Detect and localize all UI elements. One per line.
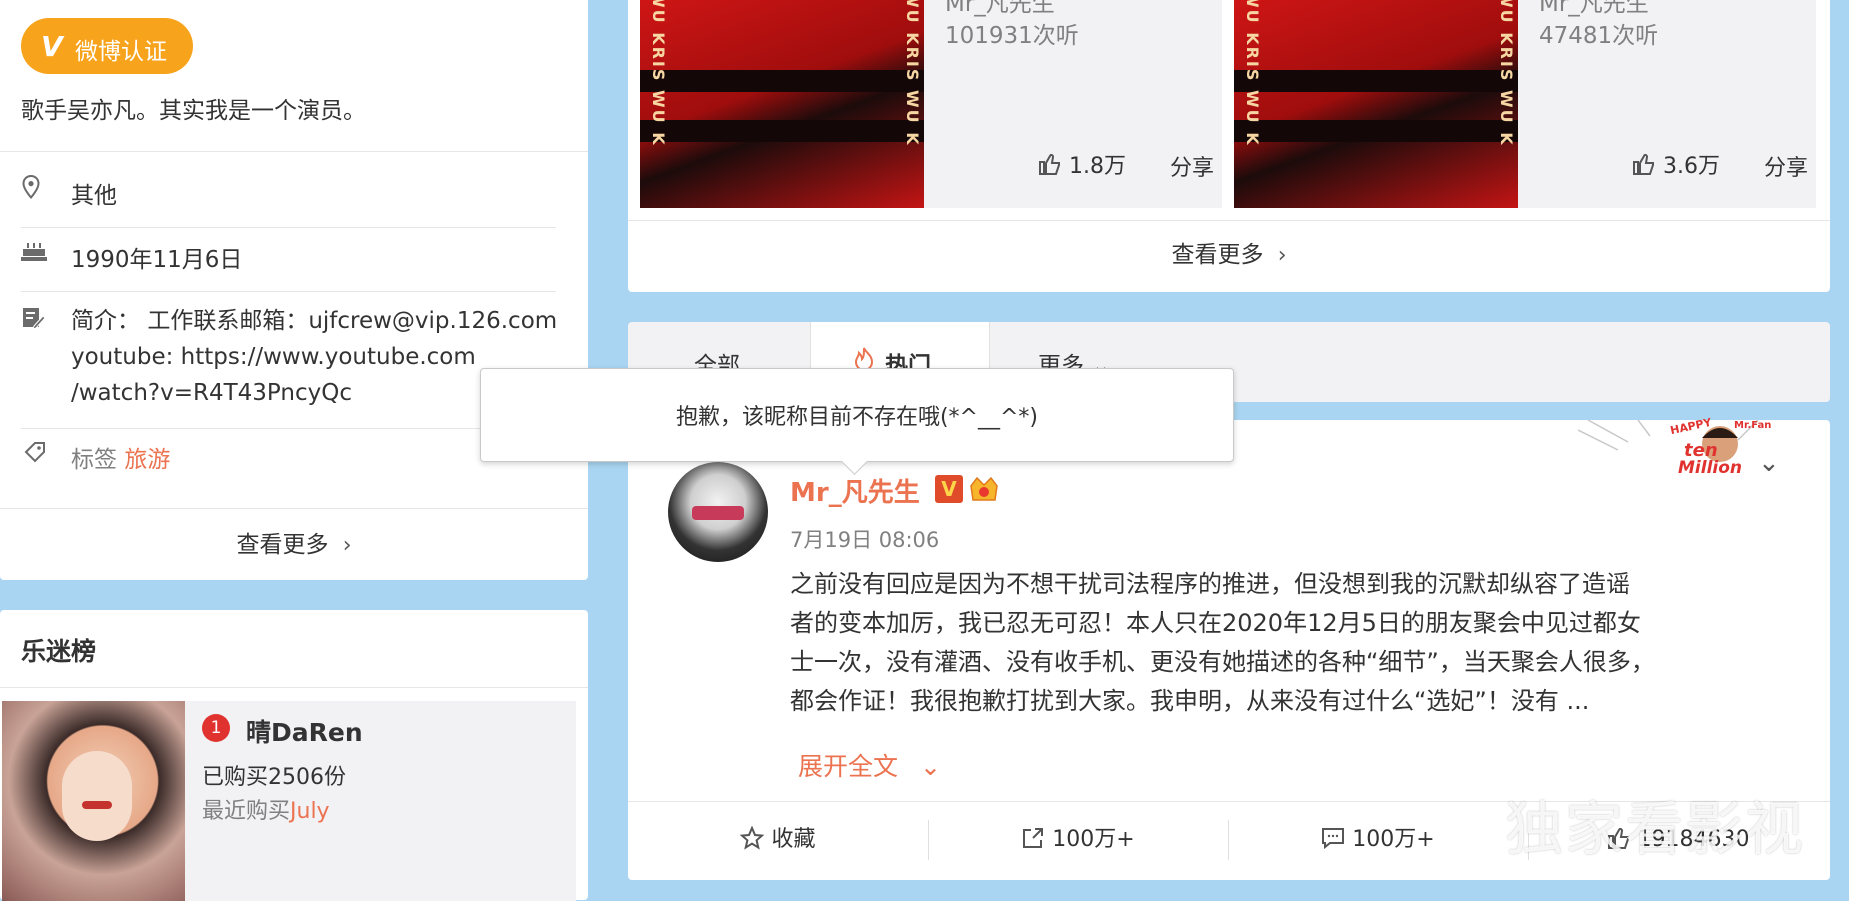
song-plays: 47481次听 [1539, 23, 1659, 49]
cover-text: WU KRIS WU K [1243, 0, 1262, 147]
song-plays: 101931次听 [945, 23, 1079, 49]
tag-icon [23, 440, 47, 468]
song-like-button[interactable]: 3.6万 [1632, 148, 1720, 182]
post-text-line: 之前没有回应是因为不想干扰司法程序的推进，但没想到我的沉默却纵容了造谣 [790, 570, 1630, 598]
intro-email: 工作联系邮箱：ujfcrew@vip.126.com [147, 308, 558, 334]
tag-link-travel[interactable]: 旅游 [124, 447, 170, 473]
divider [0, 508, 588, 509]
repost-count: 100万+ [1052, 827, 1135, 852]
edit-intro-icon [21, 306, 46, 334]
post-options-chevron-icon[interactable]: ⌄ [1758, 448, 1780, 478]
location-text: 其他 [71, 183, 117, 209]
verify-v-icon: V [41, 30, 63, 63]
fan-name[interactable]: 晴DaRen [246, 713, 363, 749]
ten-million-sticker: HAPPY Mr.Fan ten Million [1577, 416, 1772, 484]
rank-badge: 1 [202, 714, 230, 742]
fan-bought-count: 已购买2506份 [202, 765, 346, 790]
post-text-line: 士一次，没有灌酒、没有收手机、更没有她描述的各种“细节”，当天聚会人很多， [790, 648, 1655, 676]
recent-item-link[interactable]: July [290, 799, 330, 824]
divider [0, 687, 588, 688]
fan-avatar [2, 701, 185, 901]
birthday-text: 1990年11月6日 [71, 247, 243, 273]
post-time[interactable]: 7月19日 08:06 [790, 524, 939, 554]
crown-fan-icon [968, 474, 1000, 504]
tags-label: 标签 [71, 447, 117, 473]
fan-recent: 最近购买July [202, 793, 330, 825]
tooltip-text: 抱歉，该昵称目前不存在哦(*^__^*) [675, 405, 1039, 430]
repost-icon [1021, 806, 1045, 882]
see-more-label: 查看更多 [1171, 242, 1264, 268]
nickname-not-found-tooltip: 抱歉，该昵称目前不存在哦(*^__^*) [480, 368, 1234, 475]
post-text-line: 者的变本加厉，我已忍无可忍！本人只在2020年12月5日的朋友聚会中见过都女 [790, 609, 1641, 637]
post-text-line: 都会作证！我很抱歉打扰到大家。我申明，从来没有过什么“选妃”！没有 ... [790, 687, 1590, 715]
sticker-million: Million [1678, 458, 1743, 478]
star-icon [740, 806, 765, 882]
profile-see-more-button[interactable]: 查看更多 › [0, 520, 588, 570]
thumb-up-icon [1632, 152, 1656, 182]
comment-count: 100万+ [1352, 827, 1435, 852]
cover-text: WU KRIS WU K [649, 0, 668, 147]
song-share-button[interactable]: 分享 [1764, 150, 1808, 182]
song-item[interactable]: WU KRIS WU K WU KRIS WU K Mr_凡先生 47481次听… [1234, 0, 1816, 208]
song-cover: WU KRIS WU K WU KRIS WU K [1234, 0, 1518, 208]
fan-item[interactable]: 1 晴DaRen 已购买2506份 最近购买July [2, 701, 576, 901]
music-card: WU KRIS WU K WU KRIS WU K Mr_凡先生 101931次… [628, 0, 1830, 292]
favorite-button[interactable]: 收藏 [628, 802, 928, 880]
music-see-more-button[interactable]: 查看更多 › [628, 230, 1830, 280]
chevron-right-icon: › [335, 533, 352, 558]
thumb-up-icon [1038, 152, 1062, 182]
profile-bio: 歌手吴亦凡。其实我是一个演员。 [21, 98, 366, 124]
song-likes: 3.6万 [1663, 154, 1720, 179]
verified-v-icon: V [935, 475, 963, 503]
location-icon [22, 174, 40, 203]
weibo-verify-badge[interactable]: V 微博认证 [21, 18, 193, 74]
chevron-down-icon: ⌄ [919, 752, 941, 781]
fan-chart-title: 乐迷榜 [21, 637, 97, 666]
song-like-button[interactable]: 1.8万 [1038, 148, 1126, 182]
intro-label: 简介： [71, 308, 140, 334]
divider [21, 291, 556, 292]
favorite-label: 收藏 [771, 827, 816, 852]
song-item[interactable]: WU KRIS WU K WU KRIS WU K Mr_凡先生 101931次… [640, 0, 1222, 208]
post-author-name[interactable]: Mr_凡先生 [790, 472, 920, 509]
chevron-right-icon: › [1270, 243, 1287, 268]
see-more-label: 查看更多 [236, 532, 329, 558]
post-text: 之前没有回应是因为不想干扰司法程序的推进，但没想到我的沉默却纵容了造谣 者的变本… [790, 565, 1655, 721]
divider [21, 227, 556, 228]
divider [0, 151, 588, 152]
song-share-button[interactable]: 分享 [1170, 150, 1214, 182]
watermark-text: 独家看影视 [1505, 795, 1806, 863]
fan-chart-card: 乐迷榜 1 晴DaRen 已购买2506份 最近购买July [0, 610, 588, 901]
expand-full-text-link[interactable]: 展开全文 ⌄ [798, 747, 941, 783]
sticker-name: Mr.Fan [1734, 420, 1772, 431]
profile-info-card: V 微博认证 歌手吴亦凡。其实我是一个演员。 其他 1990年11月6日 简介：… [0, 0, 588, 580]
comment-button[interactable]: 100万+ [1228, 802, 1528, 880]
expand-label: 展开全文 [798, 752, 899, 781]
repost-button[interactable]: 100万+ [928, 802, 1228, 880]
song-likes: 1.8万 [1069, 154, 1126, 179]
verify-badge-label: 微博认证 [75, 39, 167, 65]
recent-prefix: 最近购买 [202, 799, 291, 824]
song-cover: WU KRIS WU K WU KRIS WU K [640, 0, 924, 208]
tags-row: 标签 旅游 [71, 440, 170, 474]
divider [628, 220, 1830, 221]
author-avatar[interactable] [668, 462, 768, 562]
comment-icon [1321, 806, 1345, 882]
birthday-cake-icon [21, 240, 47, 266]
divider [21, 428, 556, 429]
